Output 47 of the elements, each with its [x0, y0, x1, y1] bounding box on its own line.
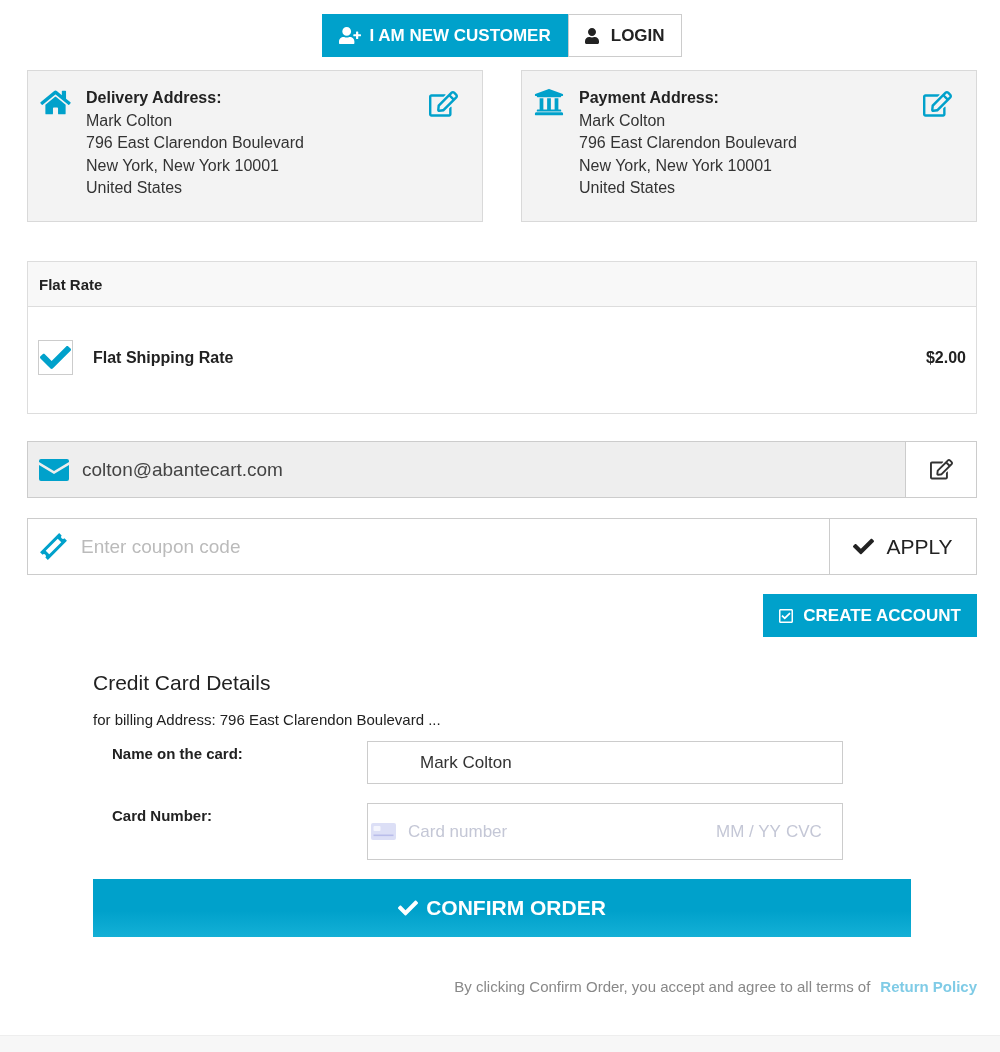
coupon-input[interactable]: Enter coupon code: [81, 535, 817, 558]
address-line: 796 East Clarendon Boulevard: [579, 133, 797, 153]
confirm-order-button[interactable]: CONFIRM ORDER: [93, 879, 911, 937]
billing-note: for billing Address: 796 East Clarendon Boulevard ...: [93, 710, 441, 730]
house-icon: [40, 89, 71, 116]
user-plus-icon: [339, 26, 362, 45]
edit-icon[interactable]: [429, 91, 458, 117]
edit-icon[interactable]: [923, 91, 952, 117]
card-number-input[interactable]: Card number: [408, 821, 716, 842]
create-account-button[interactable]: CREATE ACCOUNT: [763, 594, 977, 637]
address-title: Payment Address:: [579, 88, 719, 108]
expiry-input[interactable]: MM / YY: [716, 821, 786, 842]
terms-text: By clicking Confirm Order, you accept and agree to all terms of: [454, 978, 871, 995]
address-line: New York, New York 10001: [579, 155, 772, 176]
name-input-field[interactable]: Mark Colton: [367, 741, 843, 784]
edit-email-button[interactable]: [906, 441, 977, 498]
address-line: United States: [86, 178, 183, 198]
customer-tab[interactable]: I AM NEW CUSTOMER: [322, 14, 568, 57]
address-line: New York, New York 10001: [86, 155, 279, 176]
edit-icon: [929, 459, 953, 480]
email-value: colton@abantecart.com: [82, 458, 283, 481]
coupon-field[interactable]: Enter coupon code: [27, 518, 830, 575]
section-title: Credit Card Details: [93, 670, 271, 696]
address-line: United States: [579, 178, 676, 198]
field-label: Card Number:: [112, 806, 213, 826]
return-policy-link[interactable]: Return Policy: [880, 978, 977, 995]
address-line: Mark Colton: [579, 110, 666, 131]
address-title: Delivery Address:: [86, 88, 222, 108]
shipping-price: $2.00: [925, 348, 966, 367]
checkbox-icon: [779, 607, 794, 624]
apply-button[interactable]: APPLY: [830, 518, 977, 575]
check-icon: [853, 536, 875, 557]
card-input-field[interactable]: Card number MM / YY CVC: [367, 803, 843, 860]
customer-tab[interactable]: LOGIN: [567, 14, 682, 57]
checkbox[interactable]: [38, 340, 73, 375]
check-icon: [398, 898, 419, 918]
user-icon: [584, 27, 599, 44]
cvc-input[interactable]: CVC: [786, 821, 826, 842]
shipping-title: Flat Rate: [39, 275, 103, 293]
address-line: Mark Colton: [86, 110, 173, 131]
address-line: 796 East Clarendon Boulevard: [86, 133, 304, 153]
shipping-option-label: Flat Shipping Rate: [93, 348, 234, 367]
field-label: Name on the card:: [112, 744, 244, 764]
ticket-icon: [39, 532, 68, 561]
envelope-icon: [39, 458, 69, 481]
bank-building-icon: [534, 87, 564, 117]
credit-card-icon: [371, 823, 396, 840]
